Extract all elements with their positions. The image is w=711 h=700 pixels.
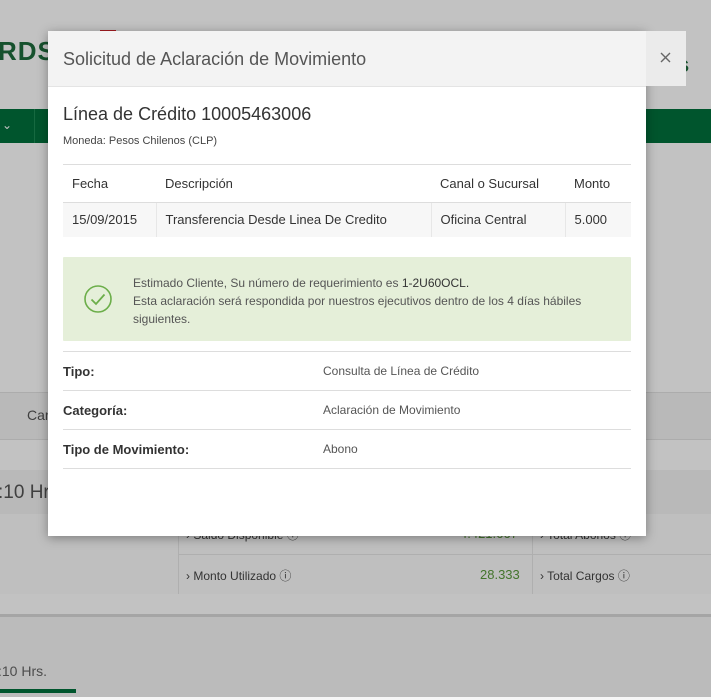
close-icon [660,52,671,63]
detail-value: Consulta de Línea de Crédito [323,364,480,378]
modal-title: Solicitud de Aclaración de Movimiento [63,49,367,69]
detail-value: Abono [323,442,358,456]
clarification-modal: Solicitud de Aclaración de Movimiento Lí… [48,31,686,536]
success-alert: Estimado Cliente, Su número de requerimi… [63,257,631,341]
table-row: 15/09/2015 Transferencia Desde Linea De … [63,202,631,237]
cell-fecha: 15/09/2015 [63,202,157,237]
detail-row-tipo-movimiento: Tipo de Movimiento: Abono [63,429,631,469]
request-number: 1-2U60OCL. [401,276,470,290]
modal-body: Línea de Crédito 10005463006 Moneda: Pes… [48,104,646,469]
alert-line2: Esta aclaración será respondida por nues… [133,294,582,326]
column-header-monto: Monto [565,164,631,203]
credit-line-title: Línea de Crédito 10005463006 [63,104,312,124]
cell-canal: Oficina Central [431,202,566,237]
cell-monto: 5.000 [565,202,631,237]
movement-table: Fecha Descripción Canal o Sucursal Monto… [63,164,631,237]
close-button[interactable] [646,31,686,86]
column-header-canal: Canal o Sucursal [431,164,565,203]
column-header-descripcion: Descripción [156,164,431,203]
detail-row-categoria: Categoría: Aclaración de Movimiento [63,390,631,429]
cell-descripcion: Transferencia Desde Linea De Credito [156,202,432,237]
check-circle-icon [84,285,112,313]
detail-label: Tipo: [63,364,95,379]
alert-message: Estimado Cliente, Su número de requerimi… [133,274,623,328]
details-list: Tipo: Consulta de Línea de Crédito Categ… [63,351,631,469]
table-header-row: Fecha Descripción Canal o Sucursal Monto [63,164,631,203]
detail-label: Categoría: [63,403,128,418]
modal-header: Solicitud de Aclaración de Movimiento [48,31,646,87]
detail-label: Tipo de Movimiento: [63,442,190,457]
detail-value: Aclaración de Movimiento [323,403,461,417]
currency-label: Moneda: Pesos Chilenos (CLP) [63,135,218,147]
column-header-fecha: Fecha [63,164,156,203]
detail-row-tipo: Tipo: Consulta de Línea de Crédito [63,351,631,390]
alert-line1-prefix: Estimado Cliente, Su número de requerimi… [133,276,402,290]
